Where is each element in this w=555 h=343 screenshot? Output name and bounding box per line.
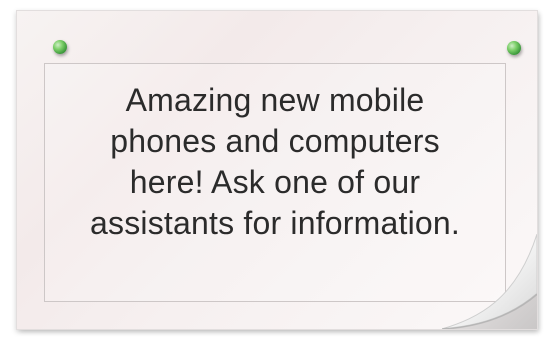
notice-canvas: Amazing new mobile phones and computers … xyxy=(0,0,555,343)
page-curl-icon xyxy=(442,234,537,329)
notice-frame: Amazing new mobile phones and computers … xyxy=(44,63,506,302)
pushpin-icon xyxy=(507,41,521,55)
notice-paper: Amazing new mobile phones and computers … xyxy=(16,10,538,330)
pushpin-icon xyxy=(53,40,67,54)
notice-line-3: here! Ask one of our xyxy=(129,164,421,200)
notice-line-4: assistants for information. xyxy=(90,205,460,241)
notice-line-2: phones and computers xyxy=(110,123,440,159)
notice-message: Amazing new mobile phones and computers … xyxy=(63,80,487,244)
notice-line-1: Amazing new mobile xyxy=(125,82,425,118)
